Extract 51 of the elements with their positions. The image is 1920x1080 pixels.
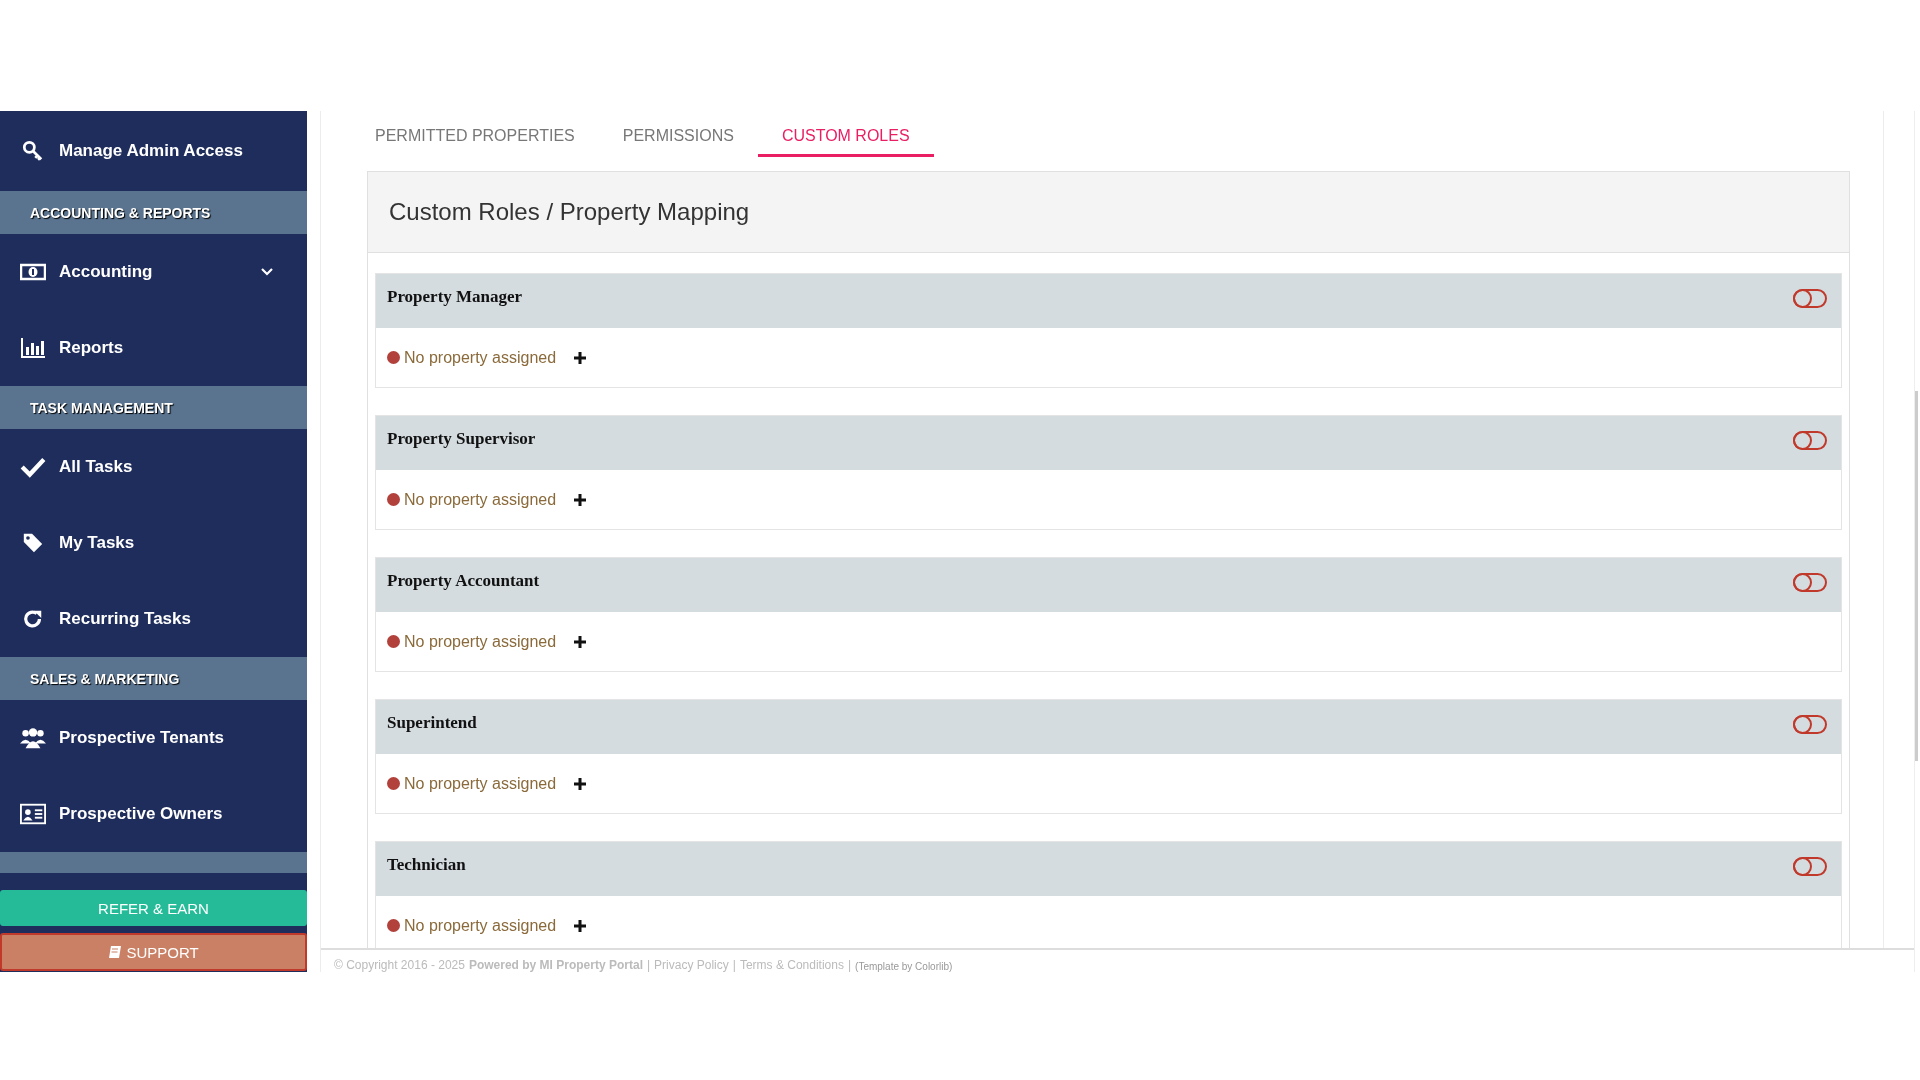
sidebar-item[interactable]: Recurring Tasks	[0, 581, 307, 657]
sidebar-item[interactable]: Manage Admin Access	[0, 111, 307, 191]
status-text: No property assigned	[404, 490, 557, 509]
users-icon	[20, 727, 46, 749]
status-dot	[387, 351, 400, 364]
book-icon	[108, 945, 123, 959]
sidebar-item[interactable]: Prospective Owners	[0, 776, 307, 852]
add-icon[interactable]	[574, 351, 587, 364]
separator: |	[732, 958, 736, 972]
tab[interactable]: CUSTOM ROLES	[757, 111, 934, 157]
status-dot	[387, 777, 400, 790]
add-icon[interactable]	[574, 635, 587, 648]
id-card-icon	[20, 803, 46, 825]
toggle-switch[interactable]	[1793, 857, 1827, 876]
separator: |	[847, 958, 852, 972]
status-text: No property assigned	[404, 348, 557, 367]
section-label: TASK MANAGEMENT	[30, 399, 173, 416]
section-label: SALES & MARKETING	[30, 670, 180, 687]
status-dot	[387, 635, 400, 648]
section-label: ACCOUNTING & REPORTS	[30, 204, 211, 221]
toggle-switch[interactable]	[1793, 431, 1827, 450]
add-icon[interactable]	[574, 777, 587, 790]
role-name: Property Manager	[387, 287, 523, 307]
sidebar-item[interactable]: Reports	[0, 310, 307, 386]
status-text: No property assigned	[404, 774, 557, 793]
copyright-text: © Copyright 2016 - 2025	[334, 958, 465, 972]
status-text: No property assigned	[404, 916, 557, 935]
toggle-switch[interactable]	[1793, 289, 1827, 308]
add-icon[interactable]	[574, 919, 587, 932]
role-name: Superintend	[387, 713, 477, 733]
role-name: Property Accountant	[387, 571, 540, 591]
sidebar-item[interactable]: All Tasks	[0, 429, 307, 505]
status-dot	[387, 493, 400, 506]
toggle-switch[interactable]	[1793, 715, 1827, 734]
add-icon[interactable]	[574, 493, 587, 506]
toggle-switch[interactable]	[1793, 573, 1827, 592]
bar-chart-icon	[20, 337, 46, 359]
tab[interactable]: PERMISSIONS	[598, 111, 758, 157]
separator: |	[646, 958, 651, 972]
check-icon	[20, 456, 46, 478]
tab[interactable]: PERMITTED PROPERTIES	[375, 111, 599, 157]
status-dot	[387, 919, 400, 932]
template-credit: (Template by Colorlib)	[855, 961, 953, 972]
role-name: Property Supervisor	[387, 429, 536, 449]
sidebar-item[interactable]: Accounting	[0, 234, 307, 310]
banknote-icon	[20, 261, 46, 283]
sidebar-item[interactable]: My Tasks	[0, 505, 307, 581]
sidebar-item[interactable]: Prospective Tenants	[0, 700, 307, 776]
status-text: No property assigned	[404, 632, 557, 651]
role-name: Technician	[387, 855, 466, 875]
card-title: Custom Roles / Property Mapping	[389, 198, 750, 226]
